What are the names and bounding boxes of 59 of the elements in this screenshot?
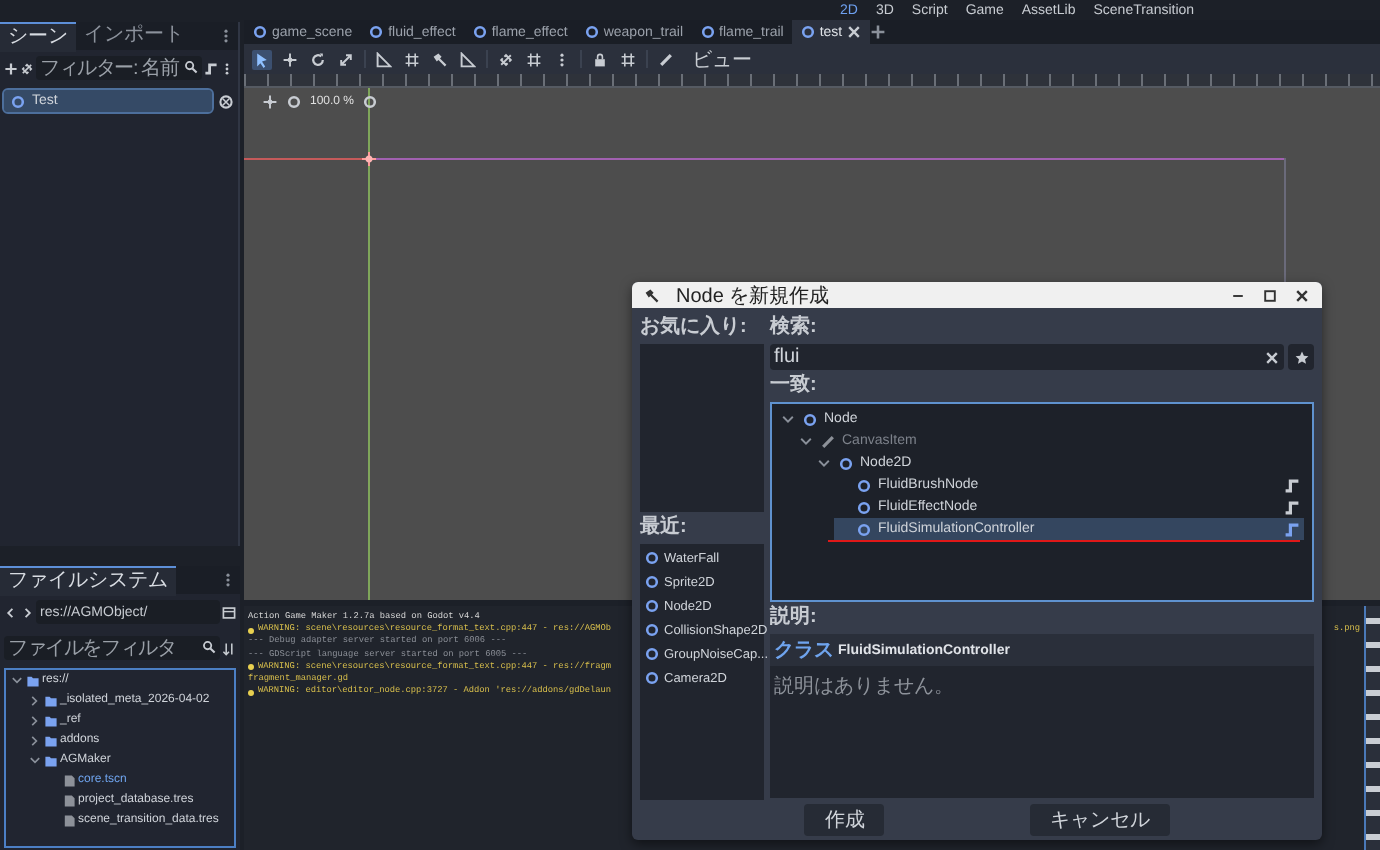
script-icon[interactable] (204, 61, 218, 75)
lock-icon[interactable] (590, 49, 610, 69)
ruler-icon[interactable] (374, 49, 394, 69)
filter-field[interactable]: フィルター: 名前 (36, 56, 202, 80)
zoom-out-icon[interactable] (286, 94, 302, 110)
star-icon (1293, 349, 1309, 365)
add-icon[interactable] (4, 61, 18, 75)
search-icon (184, 60, 198, 74)
description-text: 説明はありません。 (772, 673, 956, 703)
link-icon[interactable] (496, 49, 516, 69)
visibility-icon[interactable] (218, 93, 234, 109)
search-icon (202, 640, 216, 654)
view-menu[interactable]: ビュー (692, 45, 752, 73)
move-tool-icon[interactable] (280, 49, 300, 69)
grid-icon[interactable] (618, 49, 638, 69)
dock-tab[interactable]: シーン (0, 21, 76, 51)
grid-icon[interactable] (402, 49, 422, 69)
section-label: 検索: (770, 313, 819, 342)
select-tool-icon[interactable] (252, 49, 272, 69)
section-label: 最近: (640, 513, 689, 542)
scene-icon (699, 24, 716, 40)
scene-icon (799, 24, 816, 40)
maximize-icon[interactable] (1262, 287, 1278, 303)
class-keyword: クラス (774, 638, 834, 665)
grid-icon[interactable] (524, 49, 544, 69)
section-label: 一致: (770, 371, 819, 400)
scene-icon (368, 24, 385, 40)
zoom-in-icon[interactable] (362, 94, 379, 110)
rotate-tool-icon[interactable] (308, 49, 328, 69)
link-icon[interactable] (20, 61, 34, 75)
clear-icon[interactable] (1264, 349, 1280, 365)
dock-tab[interactable]: ファイルシステム (0, 565, 176, 595)
sort-icon[interactable] (222, 641, 236, 655)
move-icon[interactable] (262, 94, 278, 110)
layout-icon[interactable] (222, 605, 236, 619)
x-axis-line (244, 158, 368, 160)
filter-field[interactable]: ファイルをフィルタ (4, 636, 220, 660)
scale-tool-icon[interactable] (336, 49, 356, 69)
warning-dot (248, 627, 254, 634)
dialog-button[interactable]: キャンセル (1029, 804, 1170, 836)
forward-icon[interactable] (20, 605, 34, 619)
search-field[interactable]: flui (770, 344, 1284, 370)
ruler-icon[interactable] (458, 49, 478, 69)
dock-tab[interactable]: インポート (76, 22, 192, 50)
dialog-button[interactable]: 作成 (804, 804, 885, 836)
back-icon[interactable] (4, 605, 18, 619)
warning-dot (248, 664, 254, 671)
dialog-title: Node を新規作成 (676, 283, 830, 309)
warning-dot (248, 689, 254, 696)
close-icon[interactable] (1294, 287, 1310, 303)
favorite-button[interactable] (1288, 344, 1314, 370)
add-tab-icon[interactable] (870, 24, 887, 40)
scene-icon (252, 24, 268, 40)
scene-icon (583, 24, 600, 40)
menu-icon[interactable] (220, 61, 234, 75)
origin-marker (362, 152, 376, 166)
section-label: 説明: (770, 603, 819, 633)
scene-icon (471, 24, 488, 40)
section-label: お気に入り: (640, 313, 749, 342)
